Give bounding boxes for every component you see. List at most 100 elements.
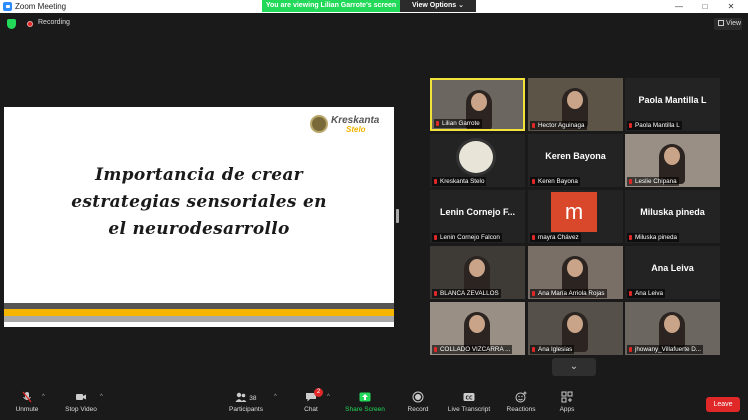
participants-count: 38 (249, 395, 257, 402)
view-button[interactable]: View (714, 18, 742, 30)
participant-face (567, 259, 583, 277)
leave-meeting-button[interactable]: Leave (706, 397, 740, 412)
muted-mic-icon (532, 235, 535, 240)
participant-tile[interactable]: Kreskanta Stelo (430, 134, 525, 187)
participant-tile[interactable]: Miluska pineda Miluska pineda (625, 190, 720, 243)
chat-options-caret[interactable]: ^ (327, 394, 330, 400)
share-screen-label: Share Screen (345, 406, 385, 413)
participant-display-name: Ana Leiva (651, 263, 694, 273)
record-label: Record (407, 406, 429, 413)
muted-mic-icon (434, 291, 437, 296)
participant-name-text: Ana Iglesias (538, 346, 573, 353)
chat-label: Chat (304, 406, 318, 413)
participant-tile[interactable]: Hector Aguinaga (528, 78, 623, 131)
participant-tile[interactable]: Keren Bayona Keren Bayona (528, 134, 623, 187)
zoom-app-icon (3, 2, 12, 11)
participant-tile[interactable]: Leslie Chipana (625, 134, 720, 187)
gallery-scroll-down-button[interactable]: ⌄ (552, 358, 596, 376)
closed-caption-icon: CC (463, 393, 475, 401)
close-button[interactable]: ✕ (718, 0, 744, 13)
recording-dot-icon (27, 21, 33, 27)
record-button[interactable]: Record (403, 391, 433, 419)
participant-name-label: mayra Chávez (530, 233, 581, 242)
participant-face (567, 91, 583, 109)
muted-mic-icon (434, 179, 437, 184)
participant-name-text: mayra Chávez (538, 234, 579, 241)
apps-grid-icon (561, 391, 573, 403)
participants-icon-wrap: 38 (225, 391, 267, 406)
participant-name-label: Ana Iglesias (530, 345, 575, 354)
record-icon (412, 391, 424, 403)
muted-mic-icon (629, 347, 632, 352)
participant-name-text: Leslie Chipana (635, 178, 677, 185)
participant-name-label: Leslie Chipana (627, 177, 679, 186)
headline-line: el neurodesarrollo (108, 219, 290, 239)
participants-icon (235, 392, 247, 402)
smiley-plus-icon (515, 391, 527, 403)
participant-face (469, 315, 485, 333)
muted-mic-icon (532, 291, 535, 296)
kreskanta-profile-logo-icon (456, 138, 496, 176)
participant-tile[interactable]: Ana Leiva Ana Leiva (625, 246, 720, 299)
logo-text-secondary: Stelo (346, 125, 366, 134)
meeting-toolbar: Unmute ^ Stop Video ^ 38 Participants ^ … (0, 388, 748, 420)
participant-name-text: Ana Leiva (635, 290, 664, 297)
window-title: Zoom Meeting (15, 2, 67, 11)
headline-line: estrategias sensoriales en (71, 192, 327, 212)
audio-options-caret[interactable]: ^ (42, 394, 45, 400)
stop-video-button[interactable]: Stop Video (60, 391, 102, 419)
participants-options-caret[interactable]: ^ (274, 394, 277, 400)
kreskanta-logo-icon (310, 115, 328, 133)
participant-display-name: Paola Mantilla L (638, 95, 707, 105)
minimize-button[interactable]: — (666, 0, 692, 13)
muted-mic-icon (629, 179, 632, 184)
slide-headline: Importancia de crear estrategias sensori… (44, 162, 354, 243)
participant-name-text: Paola Mantilla L (635, 122, 680, 129)
participant-tile[interactable]: Lenin Cornejo F... Lenin Cornejo Falcon (430, 190, 525, 243)
participant-tile[interactable]: Ana María Arriola Rojas (528, 246, 623, 299)
participant-name-text: Kreskanta Stelo (440, 178, 485, 185)
recording-label[interactable]: Recording (38, 19, 70, 26)
muted-mic-icon (532, 347, 535, 352)
unmute-button[interactable]: Unmute (10, 391, 44, 419)
participant-tile[interactable]: m mayra Chávez (528, 190, 623, 243)
muted-mic-icon (436, 121, 439, 126)
participant-name-label: Kreskanta Stelo (432, 177, 487, 186)
participant-name-label: Ana Leiva (627, 289, 666, 298)
participant-tile[interactable]: Paola Mantilla L Paola Mantilla L (625, 78, 720, 131)
participant-display-name: Keren Bayona (545, 151, 606, 161)
participant-tile[interactable]: Lilian Garrote (430, 78, 525, 131)
grid-icon (718, 20, 724, 26)
video-options-caret[interactable]: ^ (100, 394, 103, 400)
participant-face (471, 93, 487, 111)
participant-name-text: Keren Bayona (538, 178, 578, 185)
share-screen-button[interactable]: Share Screen (343, 391, 387, 419)
apps-button[interactable]: Apps (554, 391, 580, 419)
participant-tile[interactable]: BLANCA ZEVALLOS (430, 246, 525, 299)
split-drag-handle[interactable] (396, 209, 399, 223)
participant-tile[interactable]: Ana Iglesias (528, 302, 623, 355)
participant-face (567, 315, 583, 333)
viewing-screen-banner: You are viewing Lilian Garrote's screen (262, 0, 400, 12)
participant-name-label: Lilian Garrote (434, 119, 482, 128)
participant-tile[interactable]: COLLADO VIZCARRA ... (430, 302, 525, 355)
security-shield-icon[interactable] (7, 19, 16, 29)
participant-tile[interactable]: jhowany_Villafuerte D... (625, 302, 720, 355)
slide-stripe-gray (4, 316, 394, 322)
participant-name-label: Ana María Arriola Rojas (530, 289, 607, 298)
participants-button[interactable]: 38 Participants (225, 391, 267, 419)
participant-name-label: jhowany_Villafuerte D... (627, 345, 704, 354)
participant-name-text: BLANCA ZEVALLOS (440, 290, 499, 297)
participant-display-name: Lenin Cornejo F... (439, 207, 515, 217)
participant-face (469, 259, 485, 277)
view-options-button[interactable]: View Options ⌄ (400, 0, 476, 12)
reactions-button[interactable]: Reactions (503, 391, 539, 419)
participant-name-text: Miluska pineda (635, 234, 678, 241)
live-transcript-button[interactable]: CC Live Transcript (443, 391, 495, 419)
participant-name-text: Hector Aguinaga (538, 122, 585, 129)
participant-face (664, 315, 680, 333)
participant-face (664, 147, 680, 165)
participant-display-name: Miluska pineda (640, 207, 705, 217)
chat-button[interactable]: 2 Chat (298, 388, 324, 419)
maximize-button[interactable]: □ (692, 0, 718, 13)
